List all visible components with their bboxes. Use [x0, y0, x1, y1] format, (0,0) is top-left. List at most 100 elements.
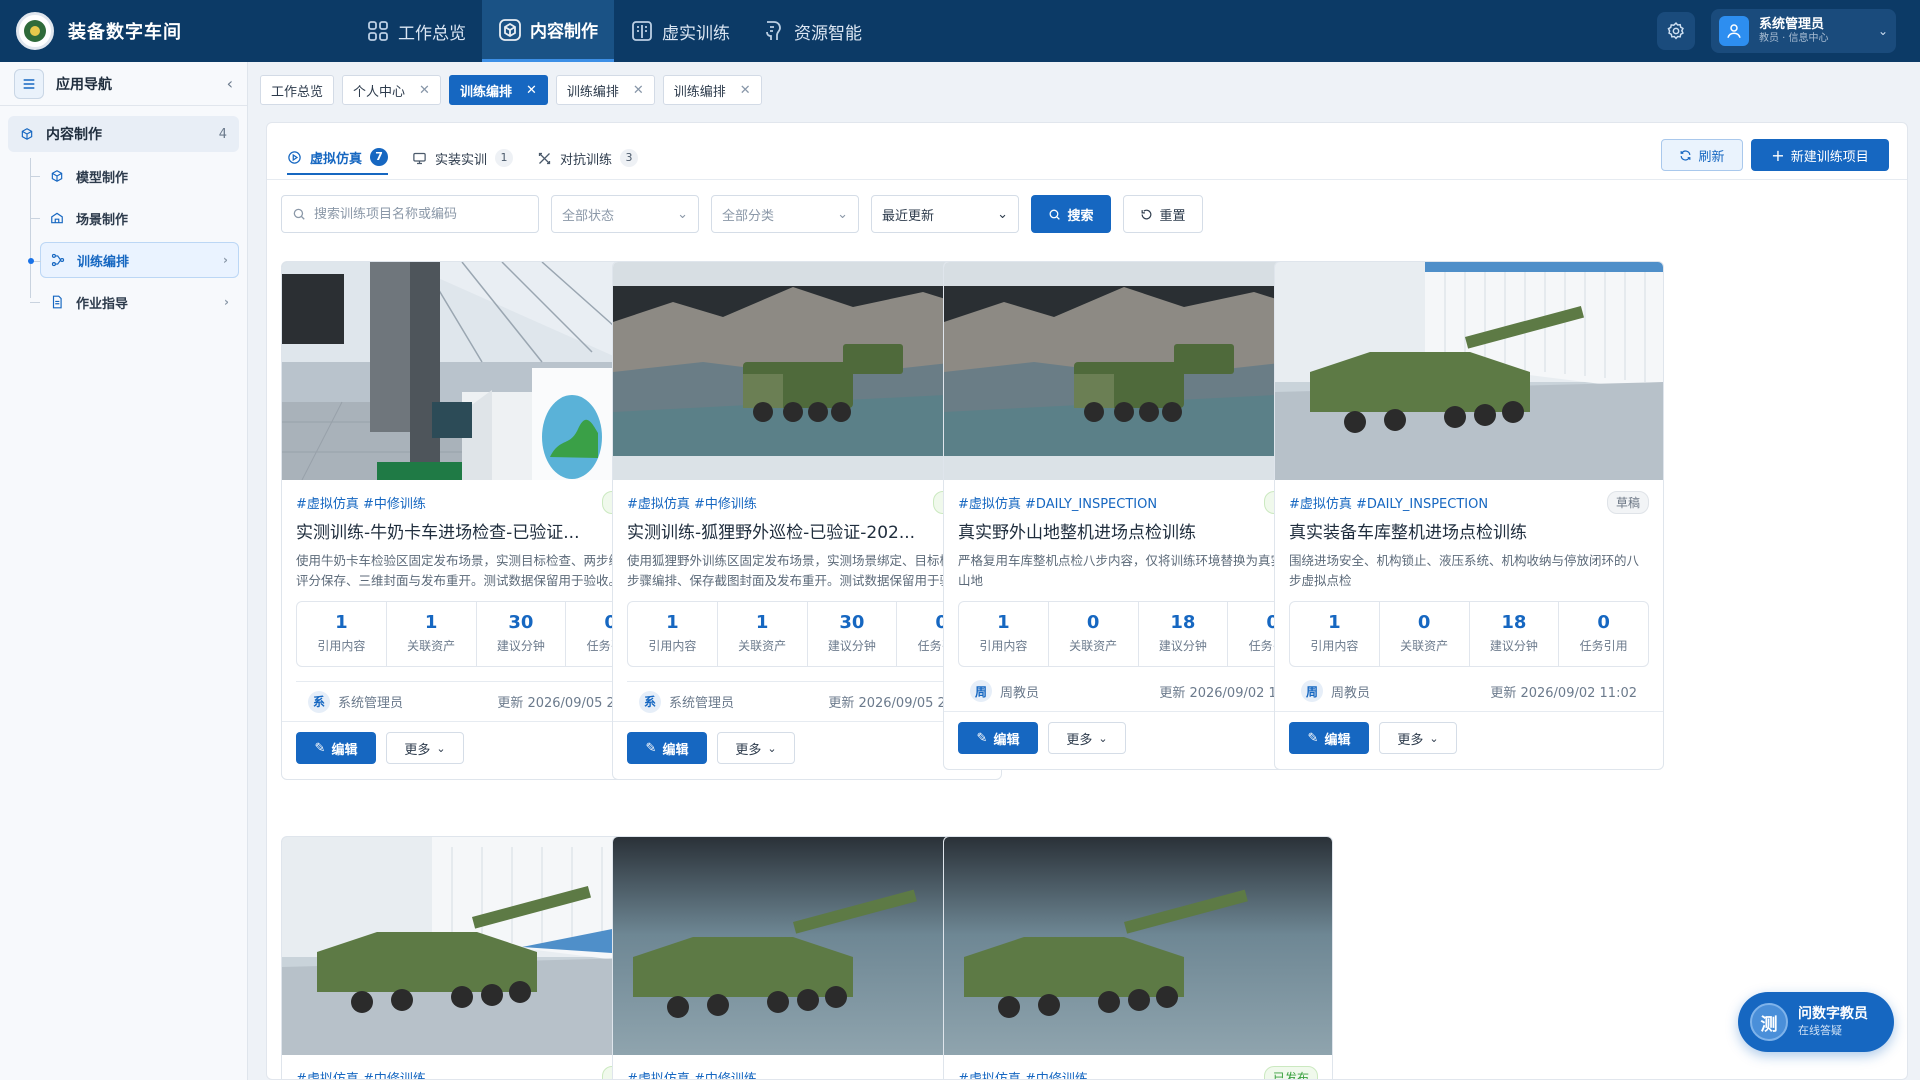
- search-button[interactable]: 搜索: [1031, 195, 1111, 233]
- tab-confrontation[interactable]: 对抗训练 3: [537, 141, 639, 175]
- card-tags: #虚拟仿真 #中修训练: [958, 1071, 1088, 1080]
- tab-label: 虚拟仿真: [310, 151, 363, 167]
- user-menu[interactable]: 系统管理员 教员 · 信息中心 ⌄: [1711, 9, 1896, 53]
- digital-instructor-button[interactable]: 测 问数字教员 在线答疑: [1738, 992, 1894, 1052]
- search-input[interactable]: [314, 206, 514, 222]
- more-button[interactable]: 更多 ⌄: [1048, 722, 1126, 754]
- status-select[interactable]: 全部状态 ⌄: [551, 195, 699, 233]
- more-button[interactable]: 更多 ⌄: [1379, 722, 1457, 754]
- stat-value: 1: [666, 612, 679, 633]
- chevron-right-icon: ›: [224, 295, 229, 309]
- assistant-subtitle: 在线答疑: [1798, 1023, 1842, 1037]
- avatar: [1719, 16, 1749, 46]
- sidebar-section-content[interactable]: 内容制作 4: [8, 116, 239, 152]
- close-icon[interactable]: ✕: [526, 83, 537, 98]
- topnav-label: 内容制作: [530, 22, 598, 42]
- edit-icon: ✎: [976, 730, 988, 746]
- sort-select-value: 最近更新: [882, 208, 935, 224]
- more-label: 更多: [1397, 732, 1424, 748]
- count-badge: 3: [620, 149, 639, 167]
- card-thumbnail: [1275, 262, 1663, 480]
- card-tags: #虚拟仿真 #DAILY_INSPECTION: [958, 496, 1158, 512]
- reset-button[interactable]: 重置: [1123, 195, 1203, 233]
- new-training-button[interactable]: + 新建训练项目: [1751, 139, 1889, 171]
- search-icon: [1050, 209, 1061, 220]
- play-circle-icon: [288, 150, 301, 164]
- training-card[interactable]: #虚拟仿真 #DAILY_INSPECTION 草稿 真实装备车库整机进场点检训…: [1274, 261, 1664, 770]
- edit-button[interactable]: ✎ 编辑: [627, 732, 707, 764]
- card-tags: #虚拟仿真 #中修训练: [627, 496, 757, 512]
- tab-profile[interactable]: 个人中心 ✕: [342, 75, 441, 105]
- stat-label: 引用内容: [979, 639, 1028, 653]
- card-meta: 周 周教员 更新 2026/09/02 11:02: [1289, 671, 1649, 711]
- top-nav: 工作总览 内容制作 虚实训练 资源智能: [350, 0, 878, 62]
- category-select[interactable]: 全部分类 ⌄: [711, 195, 859, 233]
- tab-overview[interactable]: 工作总览: [260, 75, 335, 105]
- stat-value: 18: [1501, 612, 1527, 633]
- edit-button[interactable]: ✎ 编辑: [958, 722, 1038, 754]
- sidebar-item-guide[interactable]: 作业指导 ›: [30, 284, 239, 320]
- card-title[interactable]: 实测训练-狐狸野外巡检-已验证-202...: [627, 518, 987, 543]
- chevron-down-icon: ⌄: [997, 206, 1008, 222]
- tab-training-3[interactable]: 训练编排 ✕: [662, 75, 762, 105]
- edit-icon: ✎: [645, 740, 657, 756]
- cube-icon: [21, 128, 33, 140]
- close-icon[interactable]: ✕: [633, 83, 644, 98]
- card-title[interactable]: 真实装备车库整机进场点检训练: [1289, 518, 1649, 543]
- collapse-icon[interactable]: ‹: [227, 74, 233, 93]
- scene-garage-vehicle-image: [1275, 262, 1663, 480]
- sidebar: 应用导航 ‹ 内容制作 4 模型制作 场景制作 训练编排 › 作业指导 ›: [0, 62, 248, 1080]
- topnav-training[interactable]: 虚实训练: [614, 0, 746, 62]
- topnav-overview[interactable]: 工作总览: [350, 0, 482, 62]
- settings-button[interactable]: [1657, 12, 1695, 50]
- card-tag-row: #虚拟仿真 #中修训练 已发布: [296, 1065, 656, 1080]
- refresh-icon: [1681, 149, 1691, 161]
- scene-empty-ground-vehicle-image: [944, 837, 1332, 1055]
- gear-icon: [1667, 21, 1684, 40]
- training-card[interactable]: #虚拟仿真 #中修训练 已发布: [943, 836, 1333, 1080]
- edit-label: 编辑: [993, 732, 1020, 748]
- close-icon[interactable]: ✕: [419, 83, 430, 98]
- chevron-down-icon: ⌄: [767, 741, 777, 755]
- sidebar-item-model[interactable]: 模型制作: [30, 158, 239, 194]
- tab-virtual-sim[interactable]: 虚拟仿真 7: [287, 141, 389, 175]
- close-icon[interactable]: ✕: [740, 83, 751, 98]
- sidebar-section-label: 内容制作: [46, 127, 102, 143]
- card-tags: #虚拟仿真 #中修训练: [296, 1071, 426, 1080]
- avatar: 周: [1301, 680, 1323, 702]
- sort-select[interactable]: 最近更新 ⌄: [871, 195, 1019, 233]
- refresh-button[interactable]: 刷新: [1661, 139, 1743, 171]
- stat-assets: 1 关联资产: [718, 602, 808, 666]
- topnav-resources[interactable]: 资源智能: [746, 0, 878, 62]
- topnav-content[interactable]: 内容制作: [482, 0, 614, 62]
- edit-button[interactable]: ✎ 编辑: [296, 732, 376, 764]
- tab-real-equipment[interactable]: 实装实训 1: [412, 141, 514, 175]
- tab-training-1[interactable]: 训练编排 ✕: [448, 75, 548, 105]
- sidebar-item-scene[interactable]: 场景制作: [30, 200, 239, 236]
- sidebar-header: 应用导航 ‹: [0, 62, 247, 106]
- edit-button[interactable]: ✎ 编辑: [1289, 722, 1369, 754]
- book-icon: [632, 21, 652, 41]
- edit-label: 编辑: [331, 742, 358, 758]
- search-button-label: 搜索: [1067, 208, 1094, 224]
- search-field[interactable]: [281, 195, 539, 233]
- topnav-label: 虚实训练: [662, 23, 730, 44]
- menu-toggle-button[interactable]: [14, 68, 44, 99]
- tab-label: 实装实训: [435, 152, 488, 168]
- sidebar-item-training[interactable]: 训练编排 ›: [28, 242, 239, 278]
- new-training-label: 新建训练项目: [1790, 149, 1869, 165]
- stat-value: 1: [335, 612, 348, 633]
- more-button[interactable]: 更多 ⌄: [386, 732, 464, 764]
- stat-label: 建议分钟: [496, 639, 545, 653]
- card-meta: 系 系统管理员 更新 2026/09/05 23:21: [627, 681, 987, 721]
- tab-training-2[interactable]: 训练编排 ✕: [555, 75, 655, 105]
- card-title[interactable]: 实测训练-牛奶卡车进场检查-已验证...: [296, 518, 656, 543]
- more-label: 更多: [404, 742, 431, 758]
- stat-minutes: 18 建议分钟: [1470, 602, 1560, 666]
- card-tag-row: #虚拟仿真 #中修训练 已发布: [627, 490, 987, 514]
- more-button[interactable]: 更多 ⌄: [717, 732, 795, 764]
- card-body: #虚拟仿真 #中修训练 已发布: [944, 1055, 1332, 1080]
- card-tag-row: #虚拟仿真 #中修训练 草稿: [627, 1065, 987, 1079]
- card-title[interactable]: 真实野外山地整机进场点检训练: [958, 518, 1318, 543]
- stat-label: 引用内容: [1310, 639, 1359, 653]
